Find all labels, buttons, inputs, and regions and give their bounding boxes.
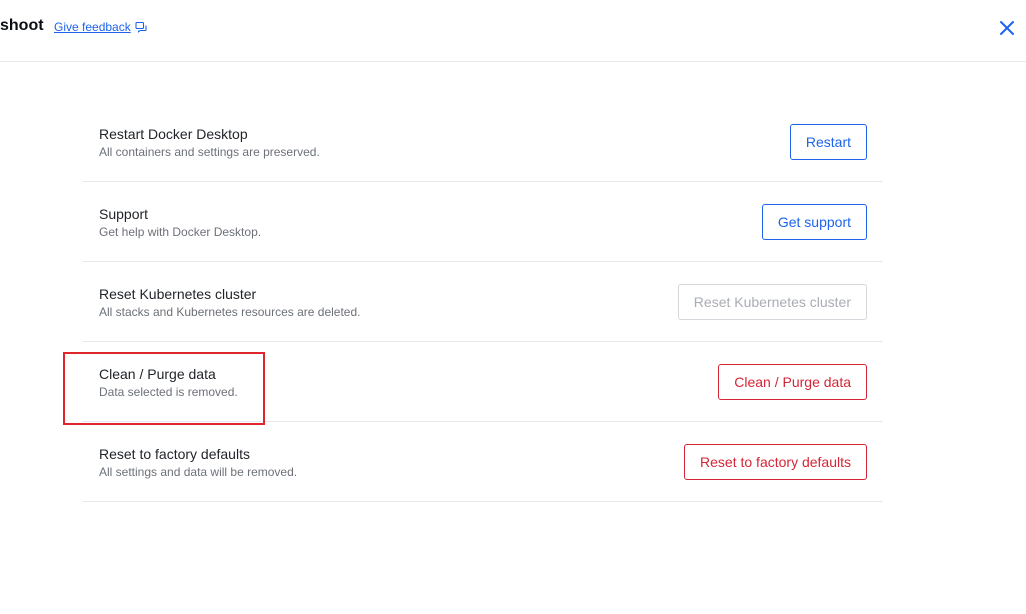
restart-button[interactable]: Restart: [789, 124, 867, 160]
close-button[interactable]: [996, 17, 1018, 39]
factory-reset-button[interactable]: Reset to factory defaults: [684, 444, 867, 480]
row-title: Support: [99, 206, 149, 222]
list-item-reset-kubernetes: Reset Kubernetes cluster All stacks and …: [83, 262, 883, 342]
row-description: All settings and data will be removed.: [99, 465, 298, 479]
reset-kubernetes-button[interactable]: Reset Kubernetes cluster: [677, 284, 867, 320]
row-description: All stacks and Kubernetes resources are …: [99, 305, 361, 319]
list-item-factory-reset: Reset to factory defaults All settings a…: [83, 422, 883, 502]
row-description: Get help with Docker Desktop.: [99, 225, 262, 239]
give-feedback-label: Give feedback: [54, 20, 131, 34]
get-support-button[interactable]: Get support: [761, 204, 867, 240]
row-text: Reset to factory defaults All settings a…: [99, 445, 297, 480]
row-title: Clean / Purge data: [99, 366, 216, 382]
list-item-support: Support Get help with Docker Desktop. Ge…: [83, 182, 883, 262]
row-text: Support Get help with Docker Desktop.: [99, 205, 261, 240]
close-icon: [996, 17, 1018, 39]
row-title: Restart Docker Desktop: [99, 126, 248, 142]
row-description: Data selected is removed.: [99, 385, 238, 399]
row-description: All containers and settings are preserve…: [99, 145, 320, 159]
row-title: Reset to factory defaults: [99, 446, 250, 462]
row-text: Restart Docker Desktop All containers an…: [99, 125, 320, 160]
list-item-clean-purge: Clean / Purge data Data selected is remo…: [83, 342, 883, 422]
page-title: shoot: [0, 17, 44, 34]
feedback-icon: [135, 21, 147, 33]
row-title: Reset Kubernetes cluster: [99, 286, 257, 302]
row-text: Clean / Purge data Data selected is remo…: [99, 365, 238, 400]
header: shoot Give feedback: [0, 0, 1026, 62]
clean-purge-button[interactable]: Clean / Purge data: [718, 364, 867, 400]
row-text: Reset Kubernetes cluster All stacks and …: [99, 285, 360, 320]
list-item-restart: Restart Docker Desktop All containers an…: [83, 102, 883, 182]
give-feedback-link[interactable]: Give feedback: [54, 19, 147, 35]
troubleshoot-list: Restart Docker Desktop All containers an…: [83, 102, 883, 502]
